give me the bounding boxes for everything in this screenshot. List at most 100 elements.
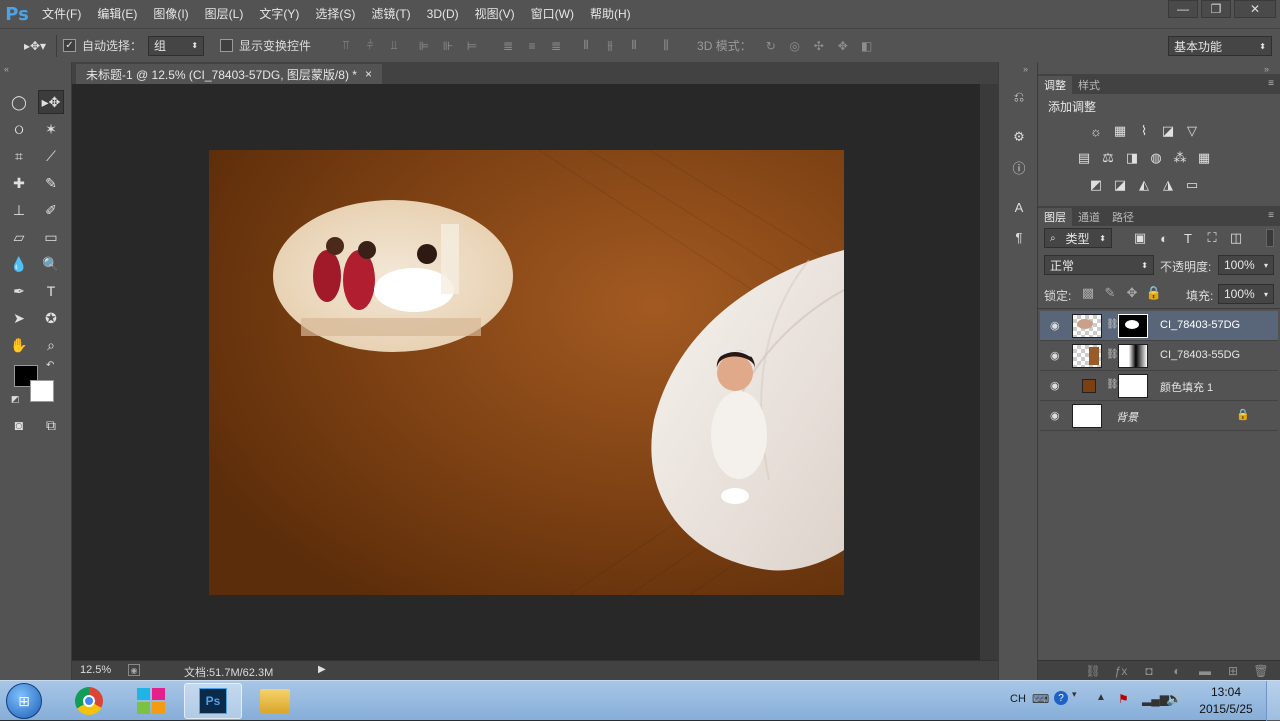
layer-name[interactable]: 颜色填充 1 — [1160, 379, 1213, 395]
align-left-icon[interactable]: ⊫ — [415, 37, 433, 55]
collapse-panels-icon[interactable]: » — [1264, 64, 1269, 74]
lock-all-icon[interactable]: 🔒 — [1144, 284, 1164, 302]
start-button-icon[interactable]: ⊞ — [6, 683, 42, 719]
layer-name[interactable]: 背景 — [1116, 409, 1138, 425]
properties-panel-icon[interactable]: ⚙ — [1007, 126, 1031, 148]
status-preview-icon[interactable]: ◉ — [128, 664, 140, 676]
keyboard-icon[interactable]: ⌨ — [1032, 692, 1049, 706]
lasso-tool-icon[interactable]: ଠ — [6, 117, 32, 141]
tab-styles[interactable]: 样式 — [1072, 76, 1106, 94]
eye-icon[interactable]: ◉ — [1050, 319, 1060, 332]
panel-menu-icon[interactable]: ≡ — [1268, 78, 1274, 89]
document-canvas[interactable] — [209, 150, 844, 595]
layer-row[interactable]: ◉ 背景 🔒 — [1040, 401, 1278, 431]
scale-3d-icon[interactable]: ◧ — [858, 37, 876, 55]
menu-image[interactable]: 图像(I) — [145, 0, 196, 28]
help-icon[interactable]: ? — [1054, 691, 1068, 705]
clock-date[interactable]: 2015/5/25 — [1190, 702, 1262, 716]
filter-type-icon[interactable]: T — [1178, 229, 1198, 247]
distribute-hcenter-icon[interactable]: ⫵ — [601, 37, 619, 55]
align-hcenter-icon[interactable]: ⊪ — [439, 37, 457, 55]
menu-3d[interactable]: 3D(D) — [419, 0, 467, 28]
history-panel-icon[interactable]: ⎌ — [1007, 86, 1031, 108]
invert-icon[interactable]: ◩ — [1086, 176, 1106, 194]
lock-position-icon[interactable]: ✥ — [1122, 284, 1142, 302]
character-panel-icon[interactable]: A — [1007, 196, 1031, 218]
status-menu-arrow-icon[interactable]: ▶ — [318, 664, 326, 675]
gradient-tool-icon[interactable]: ▭ — [38, 225, 64, 249]
brightness-contrast-icon[interactable]: ☼ — [1086, 122, 1106, 140]
align-top-icon[interactable]: ⫪ — [337, 37, 355, 55]
show-desktop-button[interactable] — [1266, 681, 1280, 721]
blend-mode-dropdown[interactable]: 正常 ⬍ — [1044, 255, 1154, 275]
menu-type[interactable]: 文字(Y) — [251, 0, 307, 28]
workspace-dropdown[interactable]: 基本功能 ⬍ — [1168, 36, 1272, 56]
link-icon[interactable]: ⛓ — [1106, 379, 1119, 390]
lock-pixels-icon[interactable]: ✎ — [1100, 284, 1120, 302]
explorer-taskbar-icon[interactable] — [246, 683, 304, 719]
move-tool-preset-icon[interactable]: ▸✥▾ — [20, 37, 50, 55]
link-icon[interactable]: ⛓ — [1106, 349, 1119, 360]
drag-3d-icon[interactable]: ✣ — [810, 37, 828, 55]
layer-name[interactable]: CI_78403-55DG — [1160, 349, 1240, 361]
show-hidden-icons-icon[interactable]: ▲ — [1096, 692, 1106, 703]
eye-icon[interactable]: ◉ — [1050, 379, 1060, 392]
menu-window[interactable]: 窗口(W) — [523, 0, 582, 28]
tab-paths[interactable]: 路径 — [1106, 208, 1140, 226]
default-colors-icon[interactable]: ◩ — [11, 394, 20, 405]
tab-adjustments[interactable]: 调整 — [1038, 76, 1072, 94]
distribute-top-icon[interactable]: ≣ — [499, 37, 517, 55]
photoshop-taskbar-icon[interactable]: Ps — [184, 683, 242, 719]
new-adjustment-layer-icon[interactable]: ◐ — [1168, 662, 1186, 680]
hue-saturation-icon[interactable]: ▤ — [1074, 149, 1094, 167]
layer-filter-dropdown[interactable]: ⌕ 类型 ⬍ — [1044, 228, 1112, 248]
ime-options-icon[interactable]: ▾ — [1072, 689, 1077, 700]
clock-time[interactable]: 13:04 — [1196, 685, 1256, 699]
eraser-tool-icon[interactable]: ▱ — [6, 225, 32, 249]
collapse-dock-icon[interactable]: » — [1023, 64, 1028, 74]
opacity-input[interactable]: 100% ▾ — [1218, 255, 1274, 275]
vertical-scrollbar[interactable] — [980, 84, 998, 660]
new-group-icon[interactable]: ▬ — [1196, 662, 1214, 680]
color-balance-icon[interactable]: ⚖ — [1098, 149, 1118, 167]
lock-transparency-icon[interactable]: ▩ — [1078, 284, 1098, 302]
fill-input[interactable]: 100% ▾ — [1218, 284, 1274, 304]
link-icon[interactable]: ⛓ — [1106, 319, 1119, 330]
dodge-tool-icon[interactable]: 🔍 — [38, 252, 64, 276]
menu-layer[interactable]: 图层(L) — [197, 0, 252, 28]
layer-mask-thumbnail[interactable] — [1118, 374, 1148, 398]
menu-view[interactable]: 视图(V) — [467, 0, 523, 28]
threshold-icon[interactable]: ◭ — [1134, 176, 1154, 194]
gradient-map-icon[interactable]: ▭ — [1182, 176, 1202, 194]
layer-mask-thumbnail[interactable] — [1118, 314, 1148, 338]
add-mask-icon[interactable]: ◘ — [1140, 662, 1158, 680]
input-language[interactable]: CH — [1010, 693, 1026, 705]
background-color-swatch[interactable] — [30, 380, 54, 402]
brush-tool-icon[interactable]: ✎ — [38, 171, 64, 195]
auto-select-checkbox[interactable]: ✓ — [63, 39, 76, 52]
layer-name[interactable]: CI_78403-57DG — [1160, 319, 1240, 331]
crop-tool-icon[interactable]: ⌗ — [6, 144, 32, 168]
eye-icon[interactable]: ◉ — [1050, 349, 1060, 362]
curves-icon[interactable]: ⌇ — [1134, 122, 1154, 140]
lock-icon[interactable]: 🔒 — [1236, 408, 1250, 421]
menu-help[interactable]: 帮助(H) — [582, 0, 639, 28]
elliptical-marquee-tool-icon[interactable]: ◯ — [6, 90, 32, 114]
eyedropper-tool-icon[interactable]: ⟋ — [38, 144, 64, 168]
clone-stamp-tool-icon[interactable]: ⊥ — [6, 198, 32, 222]
zoom-level[interactable]: 12.5% — [80, 664, 111, 676]
channel-mixer-icon[interactable]: ⁂ — [1170, 149, 1190, 167]
healing-brush-tool-icon[interactable]: ✚ — [6, 171, 32, 195]
layer-mask-thumbnail[interactable] — [1118, 344, 1148, 368]
layer-style-icon[interactable]: ƒx — [1112, 662, 1130, 680]
metro-app-taskbar-icon[interactable] — [122, 683, 180, 719]
show-transform-checkbox[interactable] — [220, 39, 234, 52]
auto-select-dropdown[interactable]: 组 ⬍ — [148, 35, 205, 56]
slide-3d-icon[interactable]: ✥ — [834, 37, 852, 55]
menu-filter[interactable]: 滤镜(T) — [363, 0, 418, 28]
path-selection-tool-icon[interactable]: ➤ — [6, 306, 32, 330]
filter-smart-object-icon[interactable]: ◫ — [1226, 229, 1246, 247]
layer-row[interactable]: ◉ ⛓ CI_78403-57DG — [1040, 311, 1278, 341]
history-brush-tool-icon[interactable]: ✐ — [38, 198, 64, 222]
distribute-right-icon[interactable]: ⫴ — [625, 37, 643, 55]
